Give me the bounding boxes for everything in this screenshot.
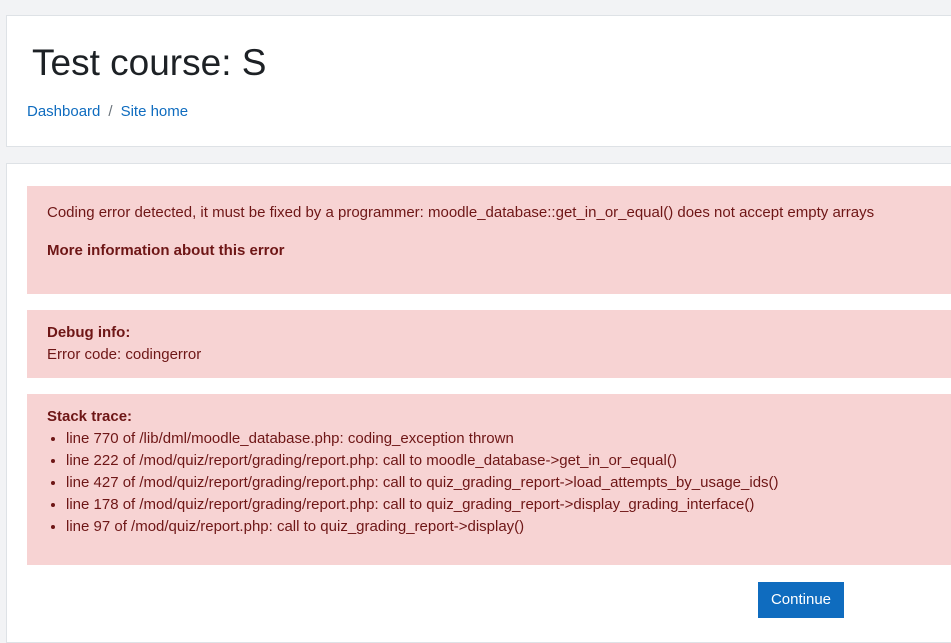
stack-trace-item: line 427 of /mod/quiz/report/grading/rep… [66, 472, 779, 494]
page-title: Test course: S [32, 42, 267, 83]
stack-trace-alert: Stack trace: line 770 of /lib/dml/moodle… [27, 394, 951, 565]
stack-trace-item: line 178 of /mod/quiz/report/grading/rep… [66, 494, 779, 516]
stack-trace-item: line 222 of /mod/quiz/report/grading/rep… [66, 450, 779, 472]
debug-info-alert: Debug info: Error code: codingerror [27, 310, 951, 378]
breadcrumb-dashboard-link[interactable]: Dashboard [27, 102, 100, 122]
breadcrumb: Dashboard / Site home [27, 102, 188, 122]
breadcrumb-separator: / [108, 103, 113, 120]
breadcrumb-site-home-link[interactable]: Site home [121, 102, 189, 122]
page-header: Test course: S Dashboard / Site home [6, 15, 951, 147]
continue-button[interactable]: Continue [758, 582, 844, 618]
stack-trace-item: line 97 of /mod/quiz/report.php: call to… [66, 516, 779, 538]
error-code-text: Error code: codingerror [47, 346, 202, 363]
error-alert: Coding error detected, it must be fixed … [27, 186, 951, 294]
main-content: Coding error detected, it must be fixed … [6, 163, 951, 643]
debug-info-title: Debug info: [47, 324, 131, 341]
stack-trace-item: line 770 of /lib/dml/moodle_database.php… [66, 428, 779, 450]
stack-trace-title: Stack trace: [47, 408, 133, 425]
error-message: Coding error detected, it must be fixed … [47, 204, 875, 221]
more-info-heading: More information about this error [47, 242, 285, 259]
stack-trace-list: line 770 of /lib/dml/moodle_database.php… [47, 428, 779, 538]
top-strip [0, 0, 951, 6]
